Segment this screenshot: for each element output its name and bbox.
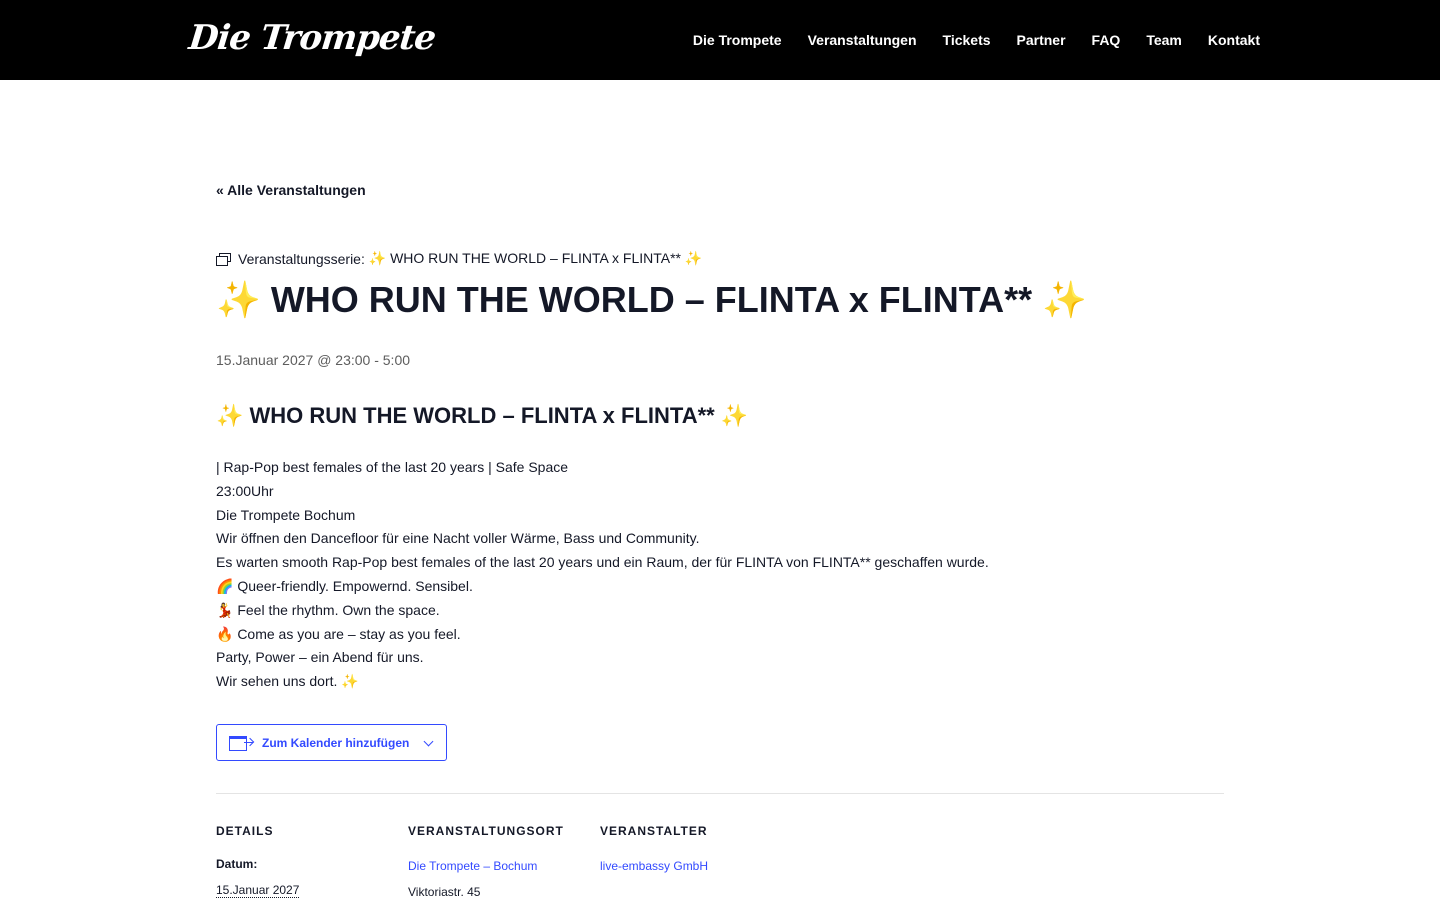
- event-title: ✨ WHO RUN THE WORLD – FLINTA x FLINTA** …: [216, 279, 1087, 320]
- nav-item-veranstaltungen[interactable]: Veranstaltungen: [808, 32, 917, 48]
- event-datetime: 15.Januar 2027 @ 23:00 - 5:00: [216, 352, 411, 368]
- description-line: | Rap-Pop best females of the last 20 ye…: [216, 459, 569, 475]
- description-line: Es warten smooth Rap-Pop best females of…: [216, 554, 989, 571]
- add-to-calendar-label: Zum Kalender hinzufügen: [262, 735, 410, 750]
- nav-item-faq[interactable]: FAQ: [1092, 32, 1121, 48]
- divider: [216, 793, 1224, 794]
- event-series: Veranstaltungsserie: ✨ WHO RUN THE WORLD…: [216, 250, 702, 267]
- content-heading: ✨ WHO RUN THE WORLD – FLINTA x FLINTA** …: [216, 403, 749, 428]
- description-line: Wir sehen uns dort. ✨: [216, 673, 359, 690]
- description-line: Wir öffnen den Dancefloor für eine Nacht…: [216, 530, 700, 547]
- description-line: 🌈 Queer-friendly. Empowernd. Sensibel.: [216, 577, 473, 594]
- site-header: Die Trompete Die Trompete Veranstaltunge…: [0, 0, 1440, 80]
- series-link[interactable]: ✨ WHO RUN THE WORLD – FLINTA x FLINTA** …: [369, 250, 703, 267]
- series-icon: [216, 252, 231, 266]
- calendar-export-icon: [229, 734, 253, 752]
- description-line: 23:00Uhr: [216, 482, 274, 499]
- date-value: 15.Januar 2027: [216, 883, 300, 898]
- nav-item-partner[interactable]: Partner: [1017, 32, 1066, 48]
- nav-item-die-trompete[interactable]: Die Trompete: [693, 32, 782, 48]
- venue-heading: VERANSTALTUNGSORT: [408, 824, 564, 838]
- nav-item-kontakt[interactable]: Kontakt: [1208, 32, 1260, 48]
- details-heading: DETAILS: [216, 824, 274, 838]
- description-line: Party, Power – ein Abend für uns.: [216, 649, 424, 666]
- nav-item-team[interactable]: Team: [1146, 32, 1182, 48]
- venue-link[interactable]: Die Trompete – Bochum: [408, 859, 537, 873]
- venue-street: Viktoriastr. 45: [408, 885, 481, 899]
- organizer-link[interactable]: live-embassy GmbH: [600, 859, 708, 873]
- date-label: Datum:: [216, 857, 258, 871]
- add-to-calendar-button[interactable]: Zum Kalender hinzufügen: [216, 724, 447, 761]
- chevron-down-icon: [423, 736, 434, 747]
- nav-item-tickets[interactable]: Tickets: [943, 32, 991, 48]
- all-events-link[interactable]: « Alle Veranstaltungen: [216, 182, 366, 198]
- main-nav: Die Trompete Veranstaltungen Tickets Par…: [693, 0, 1260, 80]
- event-description: | Rap-Pop best females of the last 20 ye…: [216, 456, 989, 694]
- description-line: Die Trompete Bochum: [216, 506, 356, 523]
- description-line: 🔥 Come as you are – stay as you feel.: [216, 625, 461, 642]
- series-prefix: Veranstaltungsserie:: [238, 250, 365, 267]
- organizer-heading: VERANSTALTER: [600, 824, 708, 838]
- description-line: 💃 Feel the rhythm. Own the space.: [216, 601, 440, 618]
- site-logo[interactable]: Die Trompete: [186, 14, 437, 62]
